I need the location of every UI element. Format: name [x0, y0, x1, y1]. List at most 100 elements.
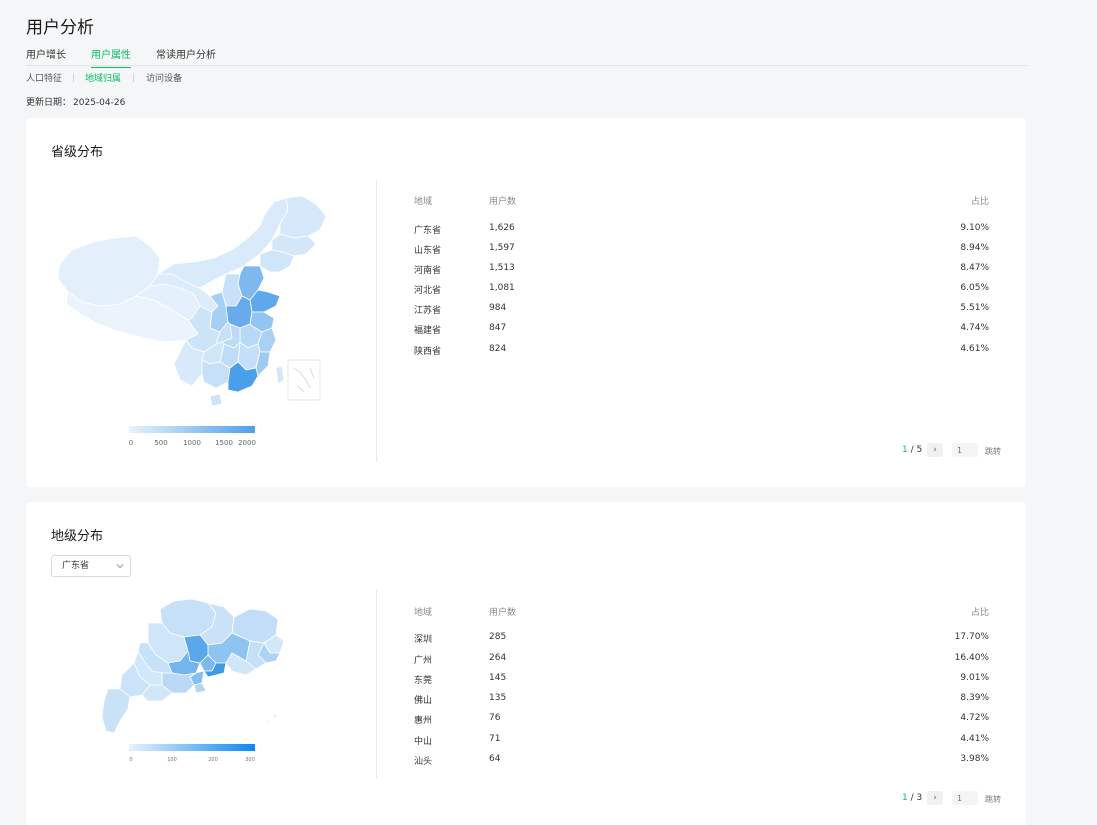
cell-users: 984: [489, 303, 507, 313]
update-date-label: 更新日期：: [26, 98, 72, 108]
col-header-region: 地域: [414, 608, 433, 618]
city-legend-bar: [129, 744, 255, 751]
cell-ratio: 4.41%: [960, 734, 989, 744]
cell-ratio: 9.10%: [960, 223, 989, 233]
map-region-zhanjiang[interactable]: [101, 688, 131, 734]
chevron-down-icon: [116, 564, 124, 569]
subtab-divider: [133, 73, 134, 82]
cell-region: 深圳: [414, 635, 433, 645]
cell-region: 广州: [414, 656, 433, 666]
cell-users: 1,081: [489, 283, 515, 293]
cell-ratio: 4.72%: [960, 713, 989, 723]
section-divider: [376, 180, 377, 462]
update-date: 更新日期： 2025-04-26: [26, 95, 125, 108]
cell-region: 江苏省: [414, 306, 442, 316]
cell-users: 1,513: [489, 263, 515, 273]
guangdong-map[interactable]: [100, 597, 286, 737]
map-region-taiwan[interactable]: [275, 365, 285, 385]
subtab-divider: [73, 73, 74, 82]
map-region-heilongjiang[interactable]: [279, 195, 327, 239]
legend-tick: 2000: [238, 439, 256, 447]
cell-region: 山东省: [414, 246, 442, 256]
cell-users: 76: [489, 713, 501, 723]
page-jump-input[interactable]: [952, 791, 978, 805]
cell-users: 824: [489, 344, 507, 354]
section-divider: [376, 590, 377, 778]
tab-frequent-reader-analysis[interactable]: 常读用户分析: [156, 46, 216, 67]
cell-region: 汕头: [414, 757, 433, 767]
south-china-sea-inset: [287, 359, 321, 401]
city-pagination: 1 / 3 › 跳转: [902, 791, 1012, 807]
next-page-button[interactable]: ›: [927, 791, 943, 805]
page-jump-button[interactable]: 跳转: [985, 794, 1001, 805]
total-pages: / 5: [910, 445, 923, 455]
cell-region: 河北省: [414, 286, 442, 296]
legend-tick: 300: [245, 757, 255, 763]
col-header-ratio: 占比: [970, 197, 989, 207]
cell-users: 264: [489, 653, 507, 663]
main-tabs: 用户增长 用户属性 常读用户分析: [26, 44, 1027, 68]
cell-region: 陕西省: [414, 347, 442, 357]
province-distribution-card: 省级分布 0 500 1000 1500 2000 地域 用户数 占比 广东省 …: [26, 118, 1026, 487]
cell-ratio: 16.40%: [954, 653, 989, 663]
legend-tick: 500: [154, 439, 168, 447]
cell-users: 1,597: [489, 243, 515, 253]
cell-ratio: 4.74%: [960, 323, 989, 333]
cell-users: 145: [489, 673, 507, 683]
cell-users: 285: [489, 632, 507, 642]
cell-region: 福建省: [414, 326, 442, 336]
province-select-value: 广东省: [62, 561, 90, 571]
page-jump-button[interactable]: 跳转: [985, 446, 1001, 457]
next-page-button[interactable]: ›: [927, 443, 943, 457]
current-page: 1: [902, 793, 908, 803]
tab-user-growth[interactable]: 用户增长: [26, 46, 66, 67]
cell-region: 东莞: [414, 676, 433, 686]
cell-users: 135: [489, 693, 507, 703]
legend-tick: 0: [128, 439, 134, 447]
cell-users: 847: [489, 323, 507, 333]
cell-ratio: 9.01%: [960, 673, 989, 683]
cell-region: 河南省: [414, 266, 442, 276]
col-header-users: 用户数: [489, 197, 517, 207]
cell-users: 64: [489, 754, 501, 764]
map-region-zhuhai[interactable]: [193, 682, 207, 694]
province-section-title: 省级分布: [51, 145, 104, 160]
subtab-devices[interactable]: 访问设备: [146, 71, 182, 84]
col-header-region: 地域: [414, 197, 433, 207]
offshore-islands: [267, 714, 277, 723]
subtab-demographics[interactable]: 人口特征: [26, 71, 62, 84]
province-legend-bar: [129, 426, 255, 433]
cell-ratio: 8.47%: [960, 263, 989, 273]
subtab-region[interactable]: 地域归属: [85, 71, 121, 84]
cell-ratio: 4.61%: [960, 344, 989, 354]
cell-ratio: 8.39%: [960, 693, 989, 703]
cell-ratio: 3.98%: [960, 754, 989, 764]
city-section-title: 地级分布: [51, 529, 104, 544]
map-region-inner-mongolia[interactable]: [157, 197, 289, 289]
cell-ratio: 6.05%: [960, 283, 989, 293]
tab-user-attributes[interactable]: 用户属性: [91, 46, 131, 68]
col-header-users: 用户数: [489, 608, 517, 618]
page-jump-input[interactable]: [952, 443, 978, 457]
cell-ratio: 17.70%: [954, 632, 989, 642]
legend-tick: 0: [129, 757, 133, 763]
province-pagination: 1 / 5 › 跳转: [902, 443, 1012, 459]
legend-tick: 1500: [215, 439, 233, 447]
cell-region: 佛山: [414, 696, 433, 706]
cell-ratio: 8.94%: [960, 243, 989, 253]
current-page: 1: [902, 445, 908, 455]
page-indicator: 1 / 5: [902, 445, 922, 455]
cell-region: 广东省: [414, 226, 442, 236]
map-region-hainan[interactable]: [209, 393, 223, 407]
update-date-value: 2025-04-26: [73, 98, 126, 108]
china-map[interactable]: [54, 192, 329, 412]
col-header-ratio: 占比: [970, 608, 989, 618]
cell-users: 1,626: [489, 223, 515, 233]
total-pages: / 3: [910, 793, 923, 803]
province-select[interactable]: 广东省: [51, 555, 131, 577]
cell-region: 惠州: [414, 716, 433, 726]
legend-tick: 200: [208, 757, 218, 763]
page-title: 用户分析: [26, 18, 94, 38]
legend-tick: 1000: [183, 439, 201, 447]
legend-tick: 100: [167, 757, 177, 763]
